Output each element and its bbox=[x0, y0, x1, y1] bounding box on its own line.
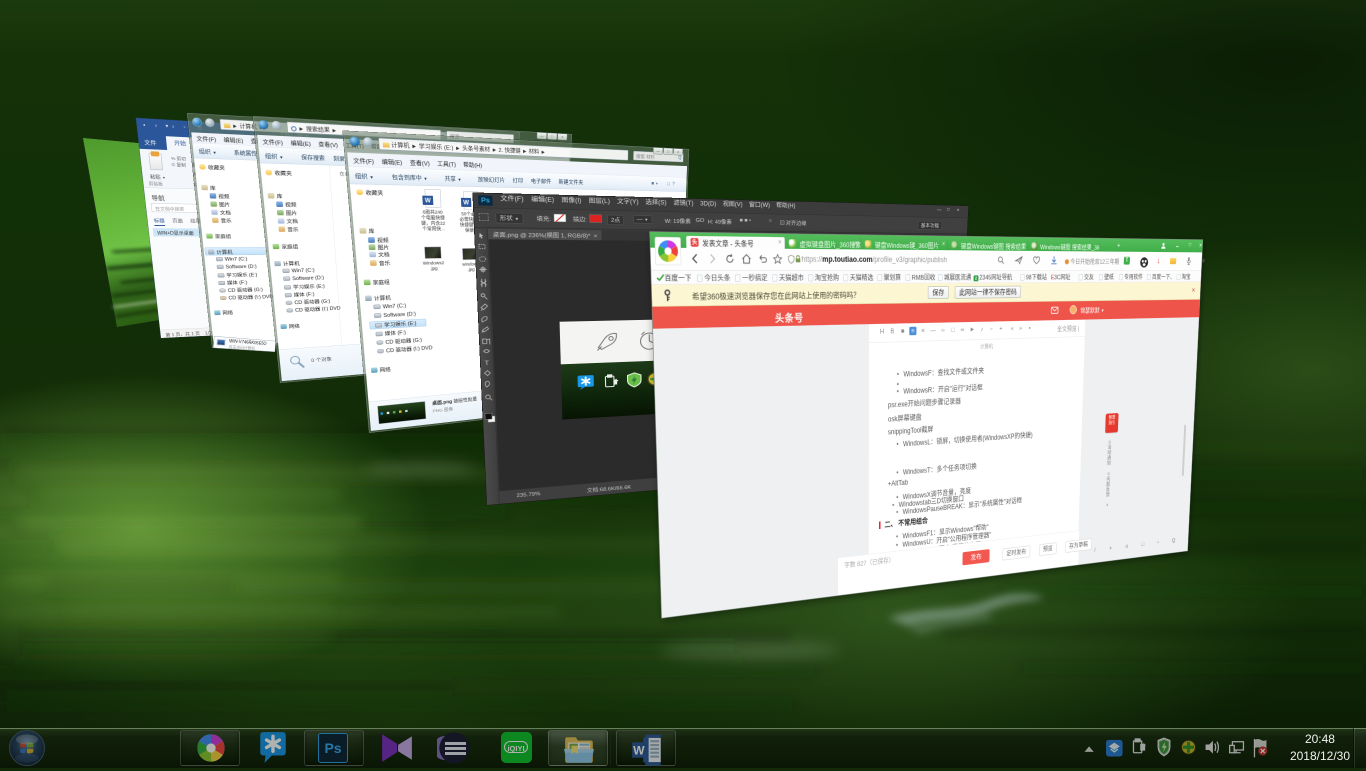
svg-text:T: T bbox=[485, 360, 490, 367]
svg-text:W: W bbox=[633, 743, 645, 757]
